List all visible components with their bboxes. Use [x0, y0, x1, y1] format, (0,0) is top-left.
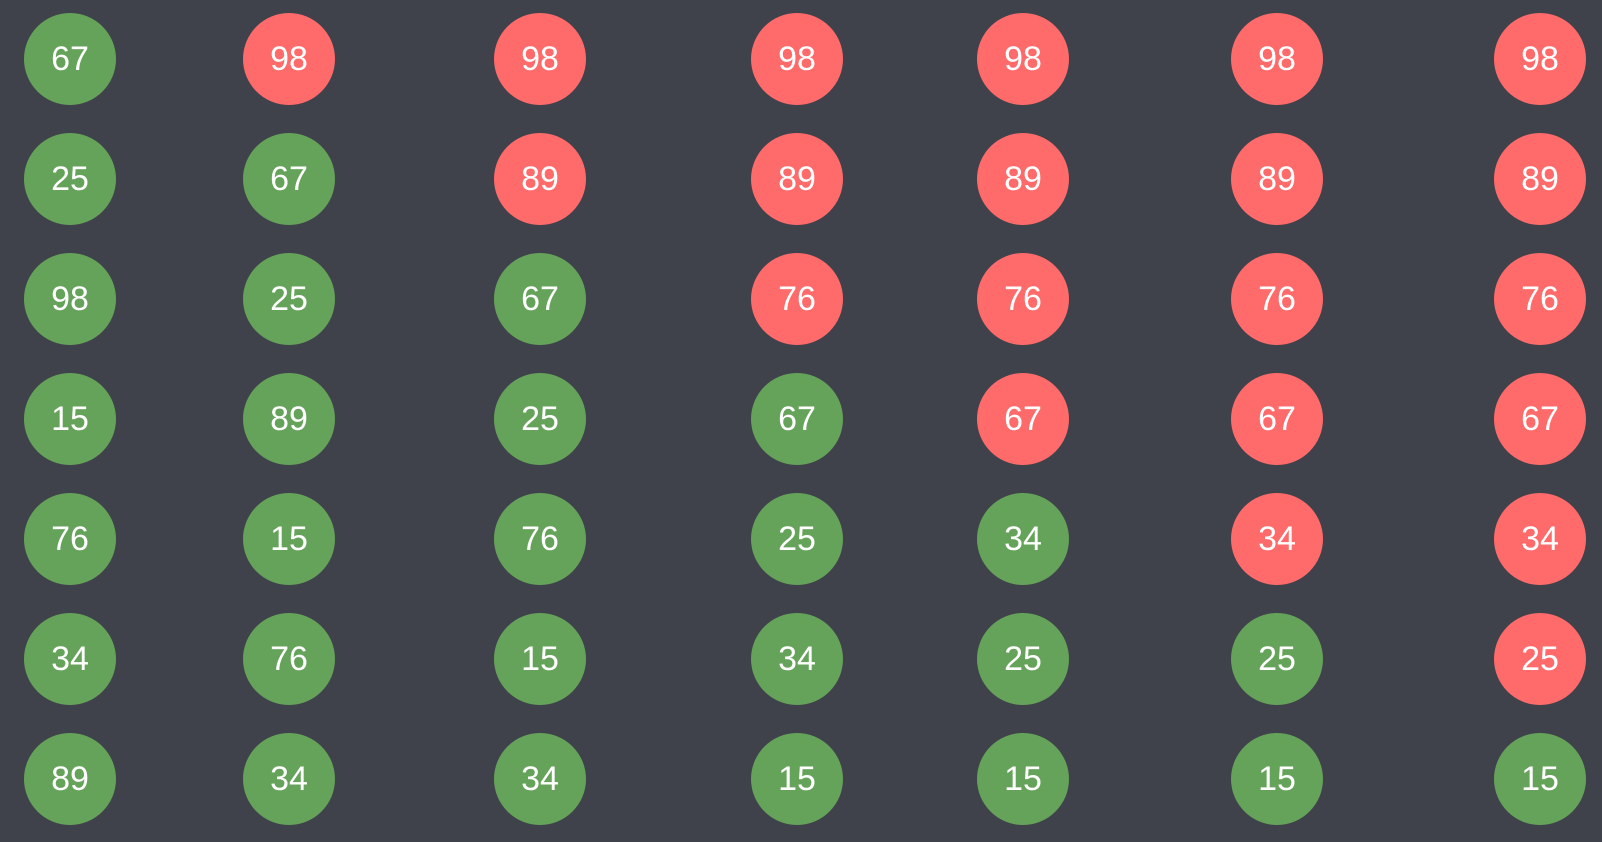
- value-ball: 76: [977, 253, 1069, 345]
- value-ball: 25: [494, 373, 586, 465]
- value-ball: 67: [977, 373, 1069, 465]
- step-column-2: 98 67 25 89 15 76 34: [243, 0, 335, 842]
- step-column-6: 98 89 76 67 34 25 15: [1231, 0, 1323, 842]
- value-ball: 89: [243, 373, 335, 465]
- value-ball: 76: [751, 253, 843, 345]
- value-ball: 67: [1494, 373, 1586, 465]
- value-ball: 15: [1231, 733, 1323, 825]
- value-ball: 76: [494, 493, 586, 585]
- value-ball: 67: [243, 133, 335, 225]
- value-ball: 76: [1231, 253, 1323, 345]
- value-ball: 25: [977, 613, 1069, 705]
- value-ball: 98: [1494, 13, 1586, 105]
- value-ball: 15: [494, 613, 586, 705]
- value-ball: 34: [494, 733, 586, 825]
- value-ball: 98: [751, 13, 843, 105]
- value-ball: 98: [1231, 13, 1323, 105]
- value-ball: 34: [243, 733, 335, 825]
- value-ball: 98: [24, 253, 116, 345]
- value-ball: 67: [24, 13, 116, 105]
- value-ball: 67: [494, 253, 586, 345]
- value-ball: 89: [494, 133, 586, 225]
- step-column-4: 98 89 76 67 25 34 15: [751, 0, 843, 842]
- value-ball: 34: [1231, 493, 1323, 585]
- value-ball: 34: [751, 613, 843, 705]
- value-ball: 25: [751, 493, 843, 585]
- value-ball: 89: [977, 133, 1069, 225]
- value-ball: 15: [1494, 733, 1586, 825]
- value-ball: 25: [1494, 613, 1586, 705]
- value-ball: 15: [243, 493, 335, 585]
- value-ball: 89: [1494, 133, 1586, 225]
- value-ball: 67: [1231, 373, 1323, 465]
- sort-steps-board: 67 25 98 15 76 34 89 98 67 25 89 15 76 34 98 89 67 25 76…: [0, 0, 1602, 842]
- value-ball: 98: [494, 13, 586, 105]
- value-ball: 89: [1231, 133, 1323, 225]
- value-ball: 15: [24, 373, 116, 465]
- step-column-3: 98 89 67 25 76 15 34: [494, 0, 586, 842]
- value-ball: 25: [24, 133, 116, 225]
- value-ball: 89: [751, 133, 843, 225]
- value-ball: 34: [1494, 493, 1586, 585]
- value-ball: 15: [751, 733, 843, 825]
- value-ball: 34: [977, 493, 1069, 585]
- value-ball: 89: [24, 733, 116, 825]
- step-column-1: 67 25 98 15 76 34 89: [24, 0, 116, 842]
- value-ball: 76: [24, 493, 116, 585]
- value-ball: 98: [243, 13, 335, 105]
- value-ball: 76: [243, 613, 335, 705]
- value-ball: 34: [24, 613, 116, 705]
- value-ball: 25: [243, 253, 335, 345]
- value-ball: 15: [977, 733, 1069, 825]
- step-column-7: 98 89 76 67 34 25 15: [1494, 0, 1586, 842]
- value-ball: 98: [977, 13, 1069, 105]
- step-column-5: 98 89 76 67 34 25 15: [977, 0, 1069, 842]
- value-ball: 25: [1231, 613, 1323, 705]
- value-ball: 67: [751, 373, 843, 465]
- value-ball: 76: [1494, 253, 1586, 345]
